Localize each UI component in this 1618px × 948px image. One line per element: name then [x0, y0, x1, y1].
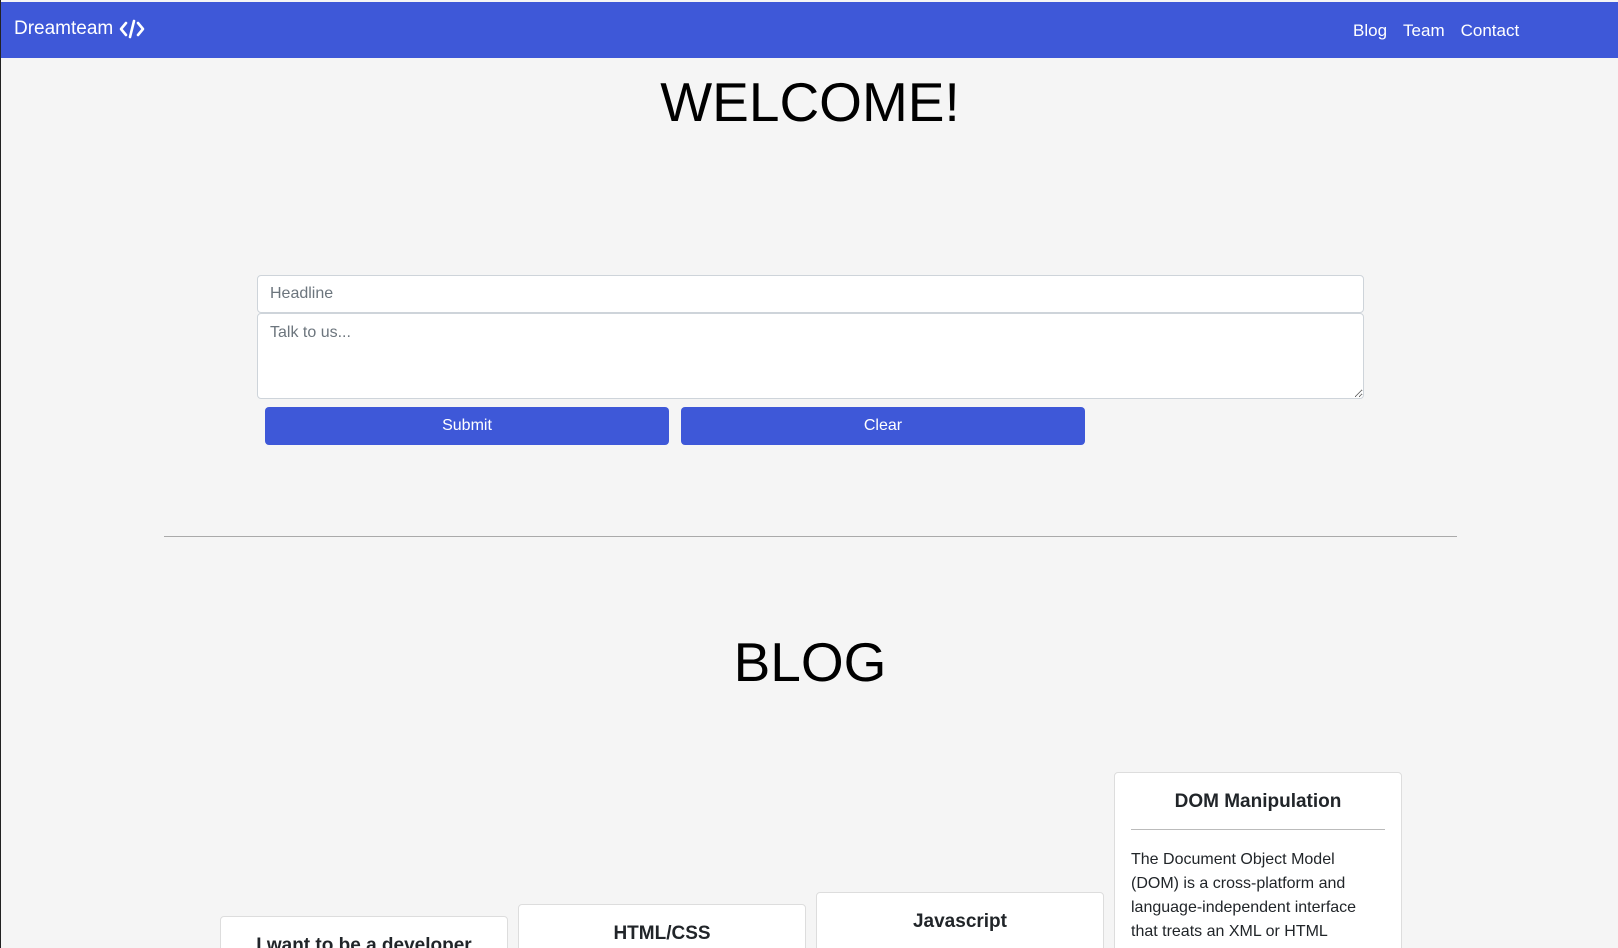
page: Dreamteam Blog Team Contact WELCOME! Sub…	[0, 0, 1618, 948]
blog-card-title: HTML/CSS	[613, 923, 711, 944]
navbar: Dreamteam Blog Team Contact	[1, 2, 1618, 58]
blog-card[interactable]: HTML/CSS	[518, 904, 806, 948]
code-icon	[119, 19, 145, 39]
brand-label: Dreamteam	[14, 18, 114, 39]
card-divider	[1131, 829, 1385, 830]
clear-button[interactable]: Clear	[681, 407, 1085, 445]
blog-card[interactable]: DOM Manipulation The Document Object Mod…	[1114, 772, 1402, 948]
nav-link-blog[interactable]: Blog	[1353, 21, 1387, 41]
nav-link-contact[interactable]: Contact	[1461, 21, 1520, 41]
blog-card-text: The Document Object Model (DOM) is a cro…	[1131, 851, 1357, 940]
blog-card[interactable]: Javascript	[816, 892, 1104, 948]
nav-links: Blog Team Contact	[1353, 21, 1519, 41]
blog-card-title: DOM Manipulation	[1174, 791, 1342, 812]
brand-link[interactable]: Dreamteam	[14, 18, 145, 40]
headline-input[interactable]	[257, 275, 1364, 313]
welcome-heading: WELCOME!	[660, 71, 960, 133]
message-textarea[interactable]	[257, 313, 1364, 399]
blog-heading: BLOG	[733, 631, 887, 693]
blog-card-title: I want to be a developer	[256, 935, 472, 948]
submit-button[interactable]: Submit	[265, 407, 669, 445]
blog-card[interactable]: I want to be a developer	[220, 916, 508, 948]
section-divider	[164, 536, 1457, 537]
blog-card-title: Javascript	[912, 911, 1007, 932]
nav-link-team[interactable]: Team	[1403, 21, 1445, 41]
